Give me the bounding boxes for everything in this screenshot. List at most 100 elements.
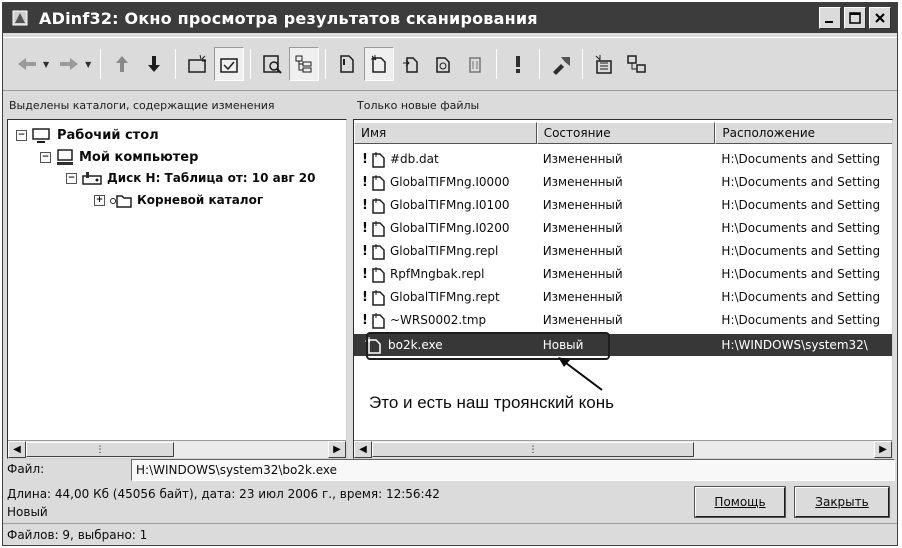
help-button[interactable]: Помощь xyxy=(694,486,786,518)
down-arrow-icon xyxy=(148,56,161,72)
column-header-location[interactable]: Расположение xyxy=(715,122,892,144)
app-icon xyxy=(11,9,29,27)
file-state: Измененный xyxy=(542,244,623,258)
new-files-filter-button[interactable] xyxy=(332,47,362,81)
tree-expander[interactable]: − xyxy=(16,129,27,141)
file-state: Измененный xyxy=(542,290,623,304)
new-catalog-button[interactable] xyxy=(182,47,212,81)
tree-item-label: Мой компьютер xyxy=(79,149,199,165)
renamed-files-filter-button[interactable] xyxy=(428,47,458,81)
left-horizontal-scrollbar[interactable]: ◀ ⋮ ▶ xyxy=(8,440,346,458)
table-row[interactable]: ! GlobalTIFMng.I0000 Измененный H:\Docume… xyxy=(354,171,892,193)
back-dropdown-icon[interactable]: ▼ xyxy=(43,60,49,69)
file-state: Измененный xyxy=(542,267,623,281)
changed-file-icon xyxy=(372,313,385,329)
tree-item-disk-h[interactable]: − Диск H: Таблица от: 10 авг 20 xyxy=(66,170,315,186)
desktop-icon xyxy=(31,126,53,144)
file-name: GlobalTIFMng.repl xyxy=(389,244,499,258)
back-button[interactable] xyxy=(12,47,42,81)
close-window-button[interactable] xyxy=(869,7,891,29)
changed-flag: ! xyxy=(362,151,368,167)
title-bar[interactable]: ADinf32: Окно просмотра результатов скан… xyxy=(3,3,897,33)
down-button[interactable] xyxy=(139,47,169,81)
file-path-field[interactable]: H:\WINDOWS\system32\bo2k.exe xyxy=(131,459,895,481)
column-header-name[interactable]: Имя xyxy=(354,122,537,144)
toolbar-separator xyxy=(496,49,498,79)
scroll-right-button[interactable]: ▶ xyxy=(328,441,346,458)
toolbar-separator xyxy=(250,49,252,79)
table-row[interactable]: ! GlobalTIFMng.repl Измененный H:\Documen… xyxy=(354,240,892,262)
minimize-button[interactable] xyxy=(819,7,841,29)
minimize-icon xyxy=(825,21,833,23)
changed-flag: ! xyxy=(362,220,368,236)
up-button[interactable] xyxy=(107,47,137,81)
file-state: Измененный xyxy=(542,313,623,327)
table-row[interactable]: ! #db.dat Измененный H:\Documents and Set… xyxy=(354,148,892,170)
file-name: ~WRS0002.tmp xyxy=(389,313,487,327)
file-location: H:\Documents and Setting xyxy=(721,221,881,235)
changed-files-filter-button[interactable] xyxy=(364,47,395,81)
right-pane-caption: Только новые файлы xyxy=(357,99,480,112)
changed-file-icon xyxy=(372,198,385,214)
directory-tree[interactable]: − Рабочий стол − Мой компьютер − Диск H:… xyxy=(7,119,347,459)
close-button[interactable]: Закрыть xyxy=(794,486,890,518)
tree-item-desktop[interactable]: − Рабочий стол xyxy=(16,126,159,144)
moved-files-filter-button[interactable] xyxy=(396,47,426,81)
scroll-right-button[interactable]: ▶ xyxy=(874,441,892,458)
tree-item-root-catalog[interactable]: + Корневой каталог xyxy=(94,192,263,208)
scroll-thumb[interactable]: ⋮ xyxy=(372,442,694,457)
forward-dropdown-icon[interactable]: ▼ xyxy=(85,60,91,69)
search-button[interactable] xyxy=(257,47,287,81)
table-row[interactable]: ! ~WRS0002.tmp Измененный H:\Documents an… xyxy=(354,309,892,331)
tree-view-icon xyxy=(295,55,312,73)
file-name: RpfMngbak.repl xyxy=(389,267,485,281)
main-window: ADinf32: Окно просмотра результатов скан… xyxy=(2,2,898,546)
export-button[interactable] xyxy=(621,47,651,81)
deleted-files-filter-button[interactable] xyxy=(460,47,490,81)
file-location: H:\Documents and Setting xyxy=(721,152,881,166)
file-name: GlobalTIFMng.I0200 xyxy=(389,221,510,235)
left-pane-caption: Выделены каталоги, содержащие изменения xyxy=(9,99,275,112)
list-header: Имя Состояние Расположение xyxy=(354,122,892,144)
table-row[interactable]: ! GlobalTIFMng.rept Измененный H:\Documen… xyxy=(354,286,892,308)
up-arrow-icon xyxy=(116,56,129,72)
file-name: GlobalTIFMng.I0100 xyxy=(389,198,510,212)
annotation-arrow-icon xyxy=(558,357,603,391)
tree-view-button[interactable] xyxy=(289,47,320,81)
changed-flag: ! xyxy=(362,312,368,328)
checked-catalog-button[interactable] xyxy=(214,47,245,81)
scroll-left-button[interactable]: ◀ xyxy=(354,441,372,458)
annotation-text: Это и есть наш троянский конь xyxy=(369,393,615,412)
scroll-left-button[interactable]: ◀ xyxy=(8,441,26,458)
settings-button[interactable] xyxy=(589,47,619,81)
right-horizontal-scrollbar[interactable]: ◀ ⋮ ▶ xyxy=(354,440,892,458)
tree-expander[interactable]: − xyxy=(66,172,77,184)
file-label: Файл: xyxy=(7,462,45,476)
table-row[interactable]: ! RpfMngbak.repl Измененный H:\Documents … xyxy=(354,263,892,285)
forward-button[interactable] xyxy=(54,47,84,81)
moved-file-icon xyxy=(403,57,419,73)
new-catalog-icon xyxy=(188,54,207,73)
tree-expander[interactable]: − xyxy=(40,151,51,163)
changed-file-icon xyxy=(372,290,385,306)
settings-icon xyxy=(595,55,613,74)
scroll-thumb[interactable]: ⋮ xyxy=(26,442,174,457)
file-info-line: Длина: 44,00 Кб (45056 байт), дата: 23 и… xyxy=(7,487,440,501)
tools-button[interactable] xyxy=(546,47,576,81)
search-folder-icon xyxy=(263,55,283,74)
table-row[interactable]: ! GlobalTIFMng.I0200 Измененный H:\Docume… xyxy=(354,217,892,239)
maximize-button[interactable] xyxy=(844,7,866,29)
tree-item-my-computer[interactable]: − Мой компьютер xyxy=(40,148,198,166)
file-location: H:\Documents and Setting xyxy=(721,244,881,258)
table-row[interactable]: ! GlobalTIFMng.I0100 Измененный H:\Docume… xyxy=(354,194,892,216)
toolbar: ▼ ▼ xyxy=(3,37,897,91)
file-list[interactable]: Имя Состояние Расположение ! #db.dat Изме… xyxy=(353,119,893,459)
maximize-icon xyxy=(849,12,861,24)
warning-filter-button[interactable] xyxy=(503,47,533,81)
column-header-state[interactable]: Состояние xyxy=(536,122,716,144)
warning-icon xyxy=(516,56,521,73)
file-location: H:\Documents and Setting xyxy=(721,313,881,327)
changed-file-icon xyxy=(372,175,385,191)
tree-expander[interactable]: + xyxy=(94,194,105,206)
forward-arrow-icon xyxy=(60,58,79,70)
